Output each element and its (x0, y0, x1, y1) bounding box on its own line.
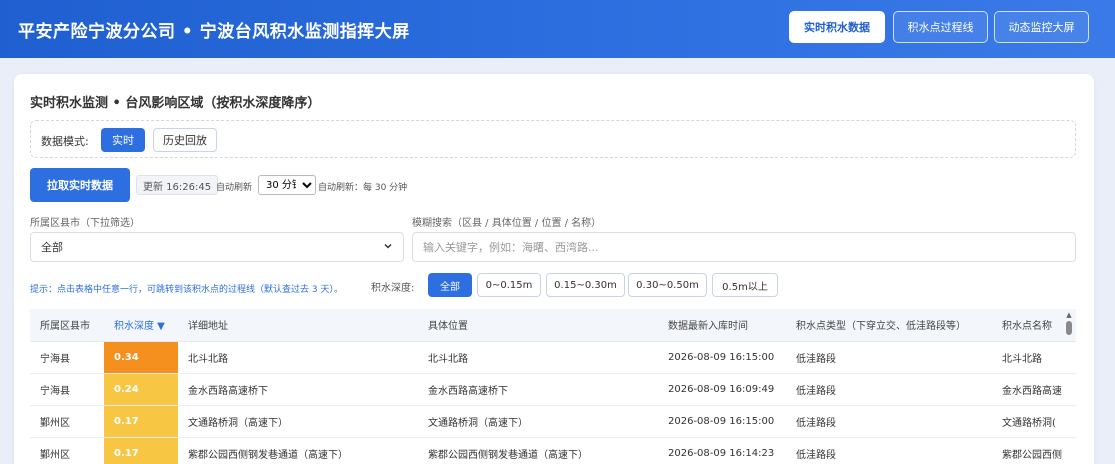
panel-title: 实时积水监测 • 台风影响区域（按积水深度降序） (30, 96, 321, 111)
col-depth-header[interactable]: 积水深度 ▼ (104, 309, 178, 342)
table-header-row: 所属区县市 积水深度 ▼ 详细地址 具体位置 数据最新入库时间 积水点类型（下穿… (30, 309, 1076, 342)
cell-district: 宁海县 (30, 341, 104, 374)
cell-district: 宁海县 (30, 373, 104, 406)
district-select-value: 全部 (41, 241, 63, 254)
cell-depth: 0.34 (104, 341, 178, 374)
cell-location: 北斗北路 (418, 341, 658, 374)
depth-filter-0-015[interactable]: 0~0.15m (477, 273, 541, 297)
cell-time: 2026-08-09 16:14:23 (658, 437, 786, 464)
col-time-header[interactable]: 数据最新入库时间 (658, 309, 786, 342)
search-label: 模糊搜索（区县 / 具体位置 / 位置 / 名称） (412, 218, 602, 229)
cell-address: 金水西路高速桥下 (178, 373, 418, 406)
col-location-header[interactable]: 具体位置 (418, 309, 658, 342)
table-scrollbar[interactable]: ▲ (1064, 311, 1074, 464)
col-district-header[interactable]: 所属区县市 (30, 309, 104, 342)
cell-type: 低洼路段 (786, 405, 992, 438)
auto-refresh-label: 自动刷新 (216, 183, 253, 193)
depth-filter-015-030[interactable]: 0.15~0.30m (546, 273, 625, 297)
cell-type: 低洼路段 (786, 373, 992, 406)
cell-type: 低洼路段 (786, 341, 992, 374)
update-time-badge: 更新 16:26:45 (136, 175, 219, 195)
cell-depth: 0.17 (104, 437, 178, 464)
col-type-header[interactable]: 积水点类型（下穿立交、低洼路段等） (786, 309, 992, 342)
cell-address: 文通路桥洞（高速下） (178, 405, 418, 438)
cell-location: 金水西路高速桥下 (418, 373, 658, 406)
chevron-down-icon (383, 241, 393, 254)
cell-district: 鄞州区 (30, 437, 104, 464)
waterlogging-table: 所属区县市 积水深度 ▼ 详细地址 具体位置 数据最新入库时间 积水点类型（下穿… (30, 309, 1076, 464)
auto-refresh-status: 自动刷新：每 30 分钟 (318, 183, 408, 193)
table-row[interactable]: 宁海县 0.34 北斗北路 北斗北路 2026-08-09 16:15:00 低… (30, 341, 1076, 374)
search-input[interactable] (412, 232, 1076, 262)
fetch-realtime-data-button[interactable]: 拉取实时数据 (30, 168, 130, 202)
cell-depth: 0.17 (104, 405, 178, 438)
data-mode-box: 数据模式: 实时 历史回放 (30, 120, 1076, 158)
cell-location: 紫郡公园西侧钢发巷通道（高速下） (418, 437, 658, 464)
cell-address: 紫郡公园西侧钢发巷通道（高速下） (178, 437, 418, 464)
page-title: 平安产险宁波分公司 • 宁波台风积水监测指挥大屏 (18, 22, 410, 42)
nav-realtime-data-button[interactable]: 实时积水数据 (789, 11, 885, 43)
cell-time: 2026-08-09 16:09:49 (658, 373, 786, 406)
nav-monitor-screen-button[interactable]: 动态监控大屏 (994, 11, 1089, 43)
scroll-thumb[interactable] (1066, 321, 1072, 335)
data-mode-label: 数据模式: (41, 135, 89, 148)
mode-history-button[interactable]: 历史回放 (153, 128, 217, 152)
depth-filter-label: 积水深度: (371, 283, 415, 294)
depth-filter-all[interactable]: 全部 (428, 273, 472, 297)
cell-depth: 0.24 (104, 373, 178, 406)
mode-realtime-button[interactable]: 实时 (101, 128, 145, 152)
cell-location: 文通路桥洞（高速下） (418, 405, 658, 438)
refresh-interval-select[interactable]: 30 分钟 (258, 175, 316, 195)
district-select[interactable]: 全部 (30, 232, 404, 262)
depth-filter-030-050[interactable]: 0.30~0.50m (628, 273, 707, 297)
cell-address: 北斗北路 (178, 341, 418, 374)
table-row[interactable]: 鄞州区 0.17 文通路桥洞（高速下） 文通路桥洞（高速下） 2026-08-0… (30, 405, 1076, 438)
depth-filter-above-05[interactable]: 0.5m以上 (712, 273, 778, 297)
top-header: 平安产险宁波分公司 • 宁波台风积水监测指挥大屏 实时积水数据 积水点过程线 动… (0, 0, 1115, 58)
table-row[interactable]: 鄞州区 0.17 紫郡公园西侧钢发巷通道（高速下） 紫郡公园西侧钢发巷通道（高速… (30, 437, 1076, 464)
table-row[interactable]: 宁海县 0.24 金水西路高速桥下 金水西路高速桥下 2026-08-09 16… (30, 373, 1076, 406)
cell-district: 鄞州区 (30, 405, 104, 438)
cell-time: 2026-08-09 16:15:00 (658, 341, 786, 374)
cell-time: 2026-08-09 16:15:00 (658, 405, 786, 438)
nav-process-line-button[interactable]: 积水点过程线 (893, 11, 988, 43)
col-address-header[interactable]: 详细地址 (178, 309, 418, 342)
district-filter-label: 所属区县市（下拉筛选） (30, 218, 140, 229)
row-click-tip: 提示：点击表格中任意一行，可跳转到该积水点的过程线（默认查过去 3 天）。 (30, 285, 343, 295)
scroll-up-arrow-icon[interactable]: ▲ (1064, 311, 1074, 319)
cell-type: 低洼路段 (786, 437, 992, 464)
